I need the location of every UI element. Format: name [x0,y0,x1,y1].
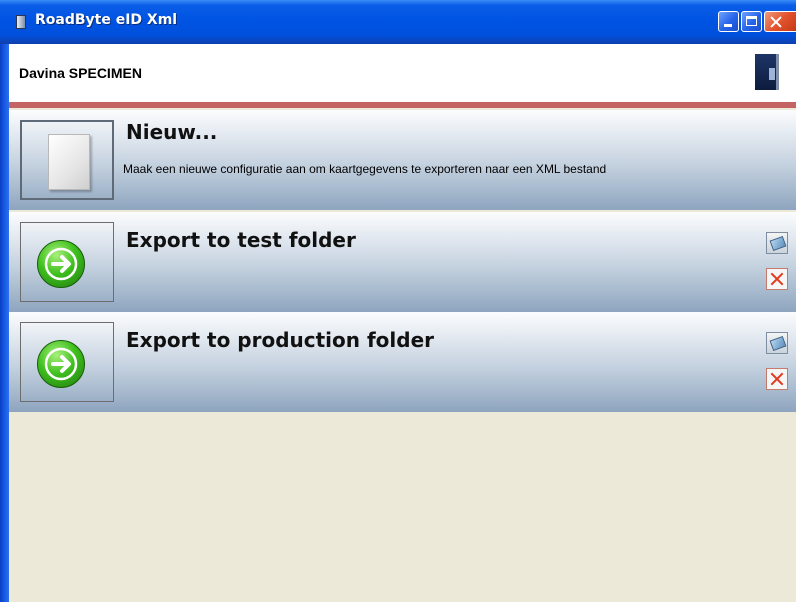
app-icon[interactable] [16,15,26,29]
header-divider [9,102,796,108]
empty-content-area [9,412,796,602]
delete-configuration-button[interactable] [766,268,788,290]
app-window: RoadByte eID Xml Davina SPECIMEN Nieuw..… [0,0,796,602]
configuration-title: Export to production folder [126,328,434,352]
card-header: Davina SPECIMEN [9,44,796,102]
maximize-button[interactable] [741,11,762,32]
edit-configuration-button[interactable] [766,332,788,354]
card-reader-icon [755,54,779,90]
minimize-button[interactable] [718,11,739,32]
run-test-export-tile[interactable] [20,222,114,302]
window-left-border [0,44,9,602]
window-title: RoadByte eID Xml [35,12,178,28]
configuration-item-production[interactable]: Export to production folder [9,312,796,412]
delete-configuration-button[interactable] [766,368,788,390]
run-production-export-tile[interactable] [20,322,114,402]
new-configuration-item[interactable]: Nieuw... Maak een nieuwe configuratie aa… [9,110,796,210]
new-configuration-description: Maak een nieuwe configuratie aan om kaar… [123,162,607,176]
new-configuration-title: Nieuw... [126,120,218,144]
card-holder-name: Davina SPECIMEN [19,65,142,81]
configuration-title: Export to test folder [126,228,356,252]
edit-configuration-button[interactable] [766,232,788,254]
close-button[interactable] [764,11,796,32]
new-configuration-tile[interactable] [20,120,114,200]
green-arrow-right-icon [37,240,85,288]
blank-document-icon [48,134,90,190]
title-bar[interactable]: RoadByte eID Xml [0,0,796,44]
green-arrow-right-icon [37,340,85,388]
configuration-item-test[interactable]: Export to test folder [9,212,796,312]
